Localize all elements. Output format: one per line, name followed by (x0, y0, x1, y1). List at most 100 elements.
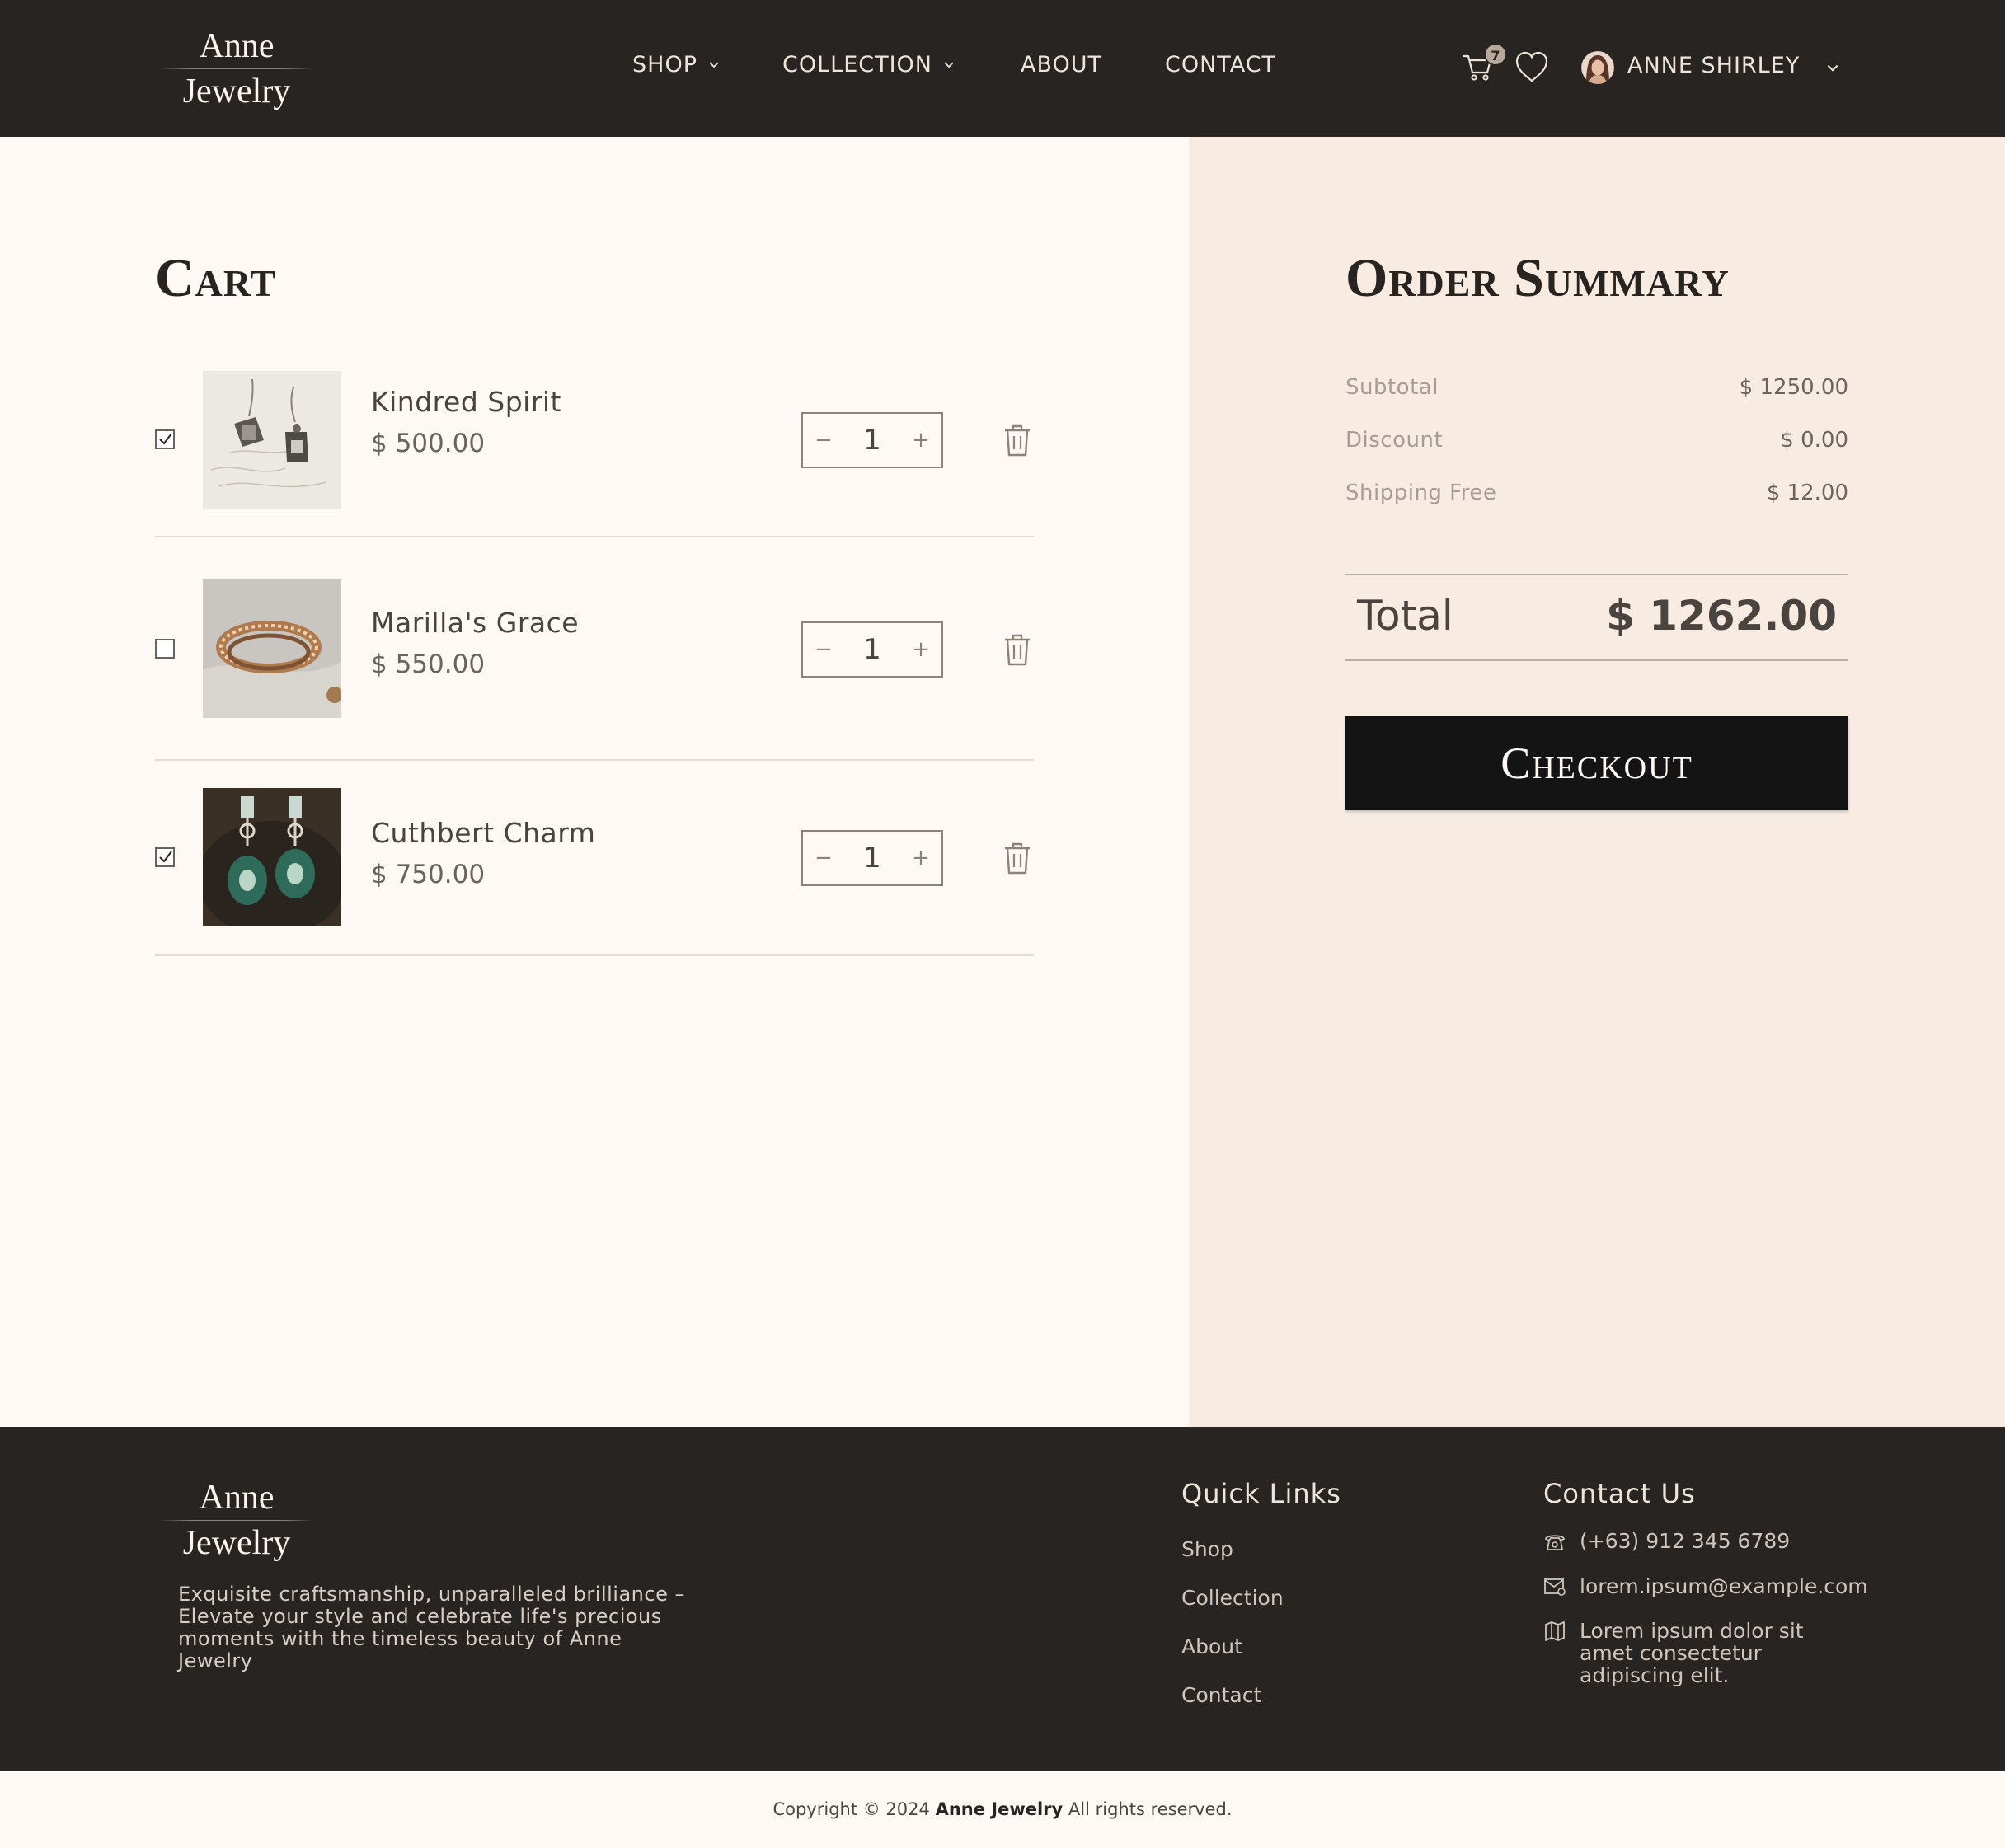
copyright-suffix: All rights reserved. (1068, 1799, 1233, 1819)
increase-qty-button[interactable]: + (900, 832, 941, 884)
brand-logo-line2: Jewelry (182, 1524, 291, 1562)
emerald-earrings-photo (203, 788, 341, 926)
cart-item: Kindred Spirit $ 500.00 − 1 + (155, 356, 1034, 537)
address-text: Lorem ipsum dolor sit amet consectetur a… (1580, 1619, 1804, 1687)
trash-icon (1005, 634, 1030, 666)
footer-link-shop[interactable]: Shop (1181, 1537, 1233, 1561)
decrease-qty-button[interactable]: − (803, 623, 844, 676)
nav-about-label: ABOUT (1021, 52, 1103, 77)
cart-title: Cart (155, 248, 277, 308)
total-value: $ 1262.00 (1606, 592, 1837, 640)
subtotal-row: Subtotal $ 1250.00 (1345, 375, 1848, 408)
discount-value: $ 0.00 (1780, 428, 1848, 453)
footer-link-collection[interactable]: Collection (1181, 1586, 1284, 1610)
quantity-value[interactable]: 1 (844, 832, 900, 884)
nav-contact-label: CONTACT (1165, 52, 1277, 77)
chevron-down-icon[interactable] (1825, 61, 1840, 76)
quantity-value[interactable]: 1 (844, 414, 900, 467)
nav-shop-label: SHOP (632, 52, 697, 77)
contact-address[interactable]: Lorem ipsum dolor sit amet consectetur a… (1543, 1620, 1873, 1686)
checkout-button[interactable]: Checkout (1345, 716, 1848, 810)
brand-logo-rule (158, 1520, 315, 1521)
copyright-brand: Anne Jewelry (935, 1799, 1064, 1819)
total-label: Total (1357, 592, 1453, 640)
heart-icon (1515, 51, 1548, 82)
product-image[interactable] (203, 371, 341, 509)
discount-row: Discount $ 0.00 (1345, 428, 1848, 461)
item-price: $ 500.00 (371, 429, 486, 458)
item-name: Kindred Spirit (371, 386, 561, 418)
shipping-label: Shipping Free (1345, 481, 1497, 505)
phone-text: (+63) 912 345 6789 (1580, 1529, 1791, 1553)
shipping-row: Shipping Free $ 12.00 (1345, 481, 1848, 514)
shipping-value: $ 12.00 (1766, 481, 1848, 505)
item-checkbox[interactable] (155, 847, 175, 867)
product-image[interactable] (203, 788, 341, 926)
chevron-down-icon (944, 61, 954, 68)
nav-contact[interactable]: CONTACT (1165, 52, 1276, 77)
chevron-down-icon (709, 61, 719, 68)
total-row: Total $ 1262.00 (1345, 574, 1848, 661)
bracelet-photo (203, 579, 341, 718)
nav-shop[interactable]: SHOP (632, 52, 721, 77)
quantity-stepper: − 1 + (801, 621, 943, 678)
order-summary-title: Order Summary (1345, 248, 1730, 308)
increase-qty-button[interactable]: + (900, 414, 941, 467)
footer-link-about[interactable]: About (1181, 1635, 1242, 1658)
wishlist-button[interactable] (1514, 51, 1549, 84)
remove-item-button[interactable] (1001, 631, 1034, 668)
subtotal-value: $ 1250.00 (1739, 375, 1848, 400)
brand-logo-rule (158, 68, 315, 69)
cart-item: Marilla's Grace $ 550.00 − 1 + (155, 537, 1034, 761)
decrease-qty-button[interactable]: − (803, 414, 844, 467)
item-price: $ 550.00 (371, 650, 486, 679)
item-name: Marilla's Grace (371, 607, 580, 639)
email-text: lorem.ipsum@example.com (1580, 1574, 1868, 1598)
copyright-bar: Copyright © 2024 Anne Jewelry All rights… (0, 1771, 2005, 1848)
footer-brand-logo[interactable]: Anne Jewelry (158, 1476, 315, 1564)
product-image[interactable] (203, 579, 341, 718)
quantity-stepper: − 1 + (801, 830, 943, 886)
contact-email[interactable]: lorem.ipsum@example.com (1543, 1575, 1873, 1600)
subtotal-label: Subtotal (1345, 375, 1439, 400)
phone-icon (1545, 1535, 1565, 1550)
item-price: $ 750.00 (371, 860, 486, 889)
checkmark-icon (159, 433, 172, 445)
map-icon (1545, 1621, 1565, 1641)
footer-tagline: Exquisite craftsmanship, unparalleled br… (178, 1583, 685, 1672)
remove-item-button[interactable] (1001, 422, 1034, 458)
item-name: Cuthbert Charm (371, 817, 596, 849)
nav-collection[interactable]: COLLECTION (782, 52, 956, 77)
mail-icon (1544, 1578, 1566, 1596)
item-checkbox[interactable] (155, 639, 175, 659)
contact-phone[interactable]: (+63) 912 345 6789 (1543, 1530, 1873, 1555)
cart-count-badge: 7 (1484, 43, 1507, 66)
earrings-photo (203, 371, 341, 509)
avatar-image (1581, 51, 1614, 84)
quick-links-heading: Quick Links (1181, 1478, 1341, 1509)
brand-logo-line2: Jewelry (182, 73, 291, 110)
copyright-prefix: Copyright © 2024 (772, 1799, 930, 1819)
item-checkbox[interactable] (155, 429, 175, 449)
cart-item: Cuthbert Charm $ 750.00 − 1 + (155, 761, 1034, 956)
brand-logo-line1: Anne (199, 27, 275, 65)
checkmark-icon (159, 851, 172, 863)
site-footer: Anne Jewelry Exquisite craftsmanship, un… (0, 1427, 2005, 1771)
footer-link-contact[interactable]: Contact (1181, 1683, 1261, 1707)
user-avatar[interactable] (1581, 51, 1614, 84)
cart-button[interactable]: 7 (1461, 43, 1507, 82)
quantity-stepper: − 1 + (801, 412, 943, 468)
top-navbar: Anne Jewelry SHOP COLLECTION ABOUT CONTA… (0, 0, 2005, 137)
contact-us-heading: Contact Us (1543, 1478, 1696, 1509)
increase-qty-button[interactable]: + (900, 623, 941, 676)
user-name[interactable]: ANNE SHIRLEY (1627, 53, 1800, 78)
brand-logo-line1: Anne (199, 1479, 275, 1517)
quantity-value[interactable]: 1 (844, 623, 900, 676)
trash-icon (1005, 842, 1030, 875)
decrease-qty-button[interactable]: − (803, 832, 844, 884)
nav-collection-label: COLLECTION (782, 52, 933, 77)
nav-about[interactable]: ABOUT (1021, 52, 1102, 77)
discount-label: Discount (1345, 428, 1444, 453)
remove-item-button[interactable] (1001, 840, 1034, 876)
brand-logo[interactable]: Anne Jewelry (158, 25, 315, 113)
